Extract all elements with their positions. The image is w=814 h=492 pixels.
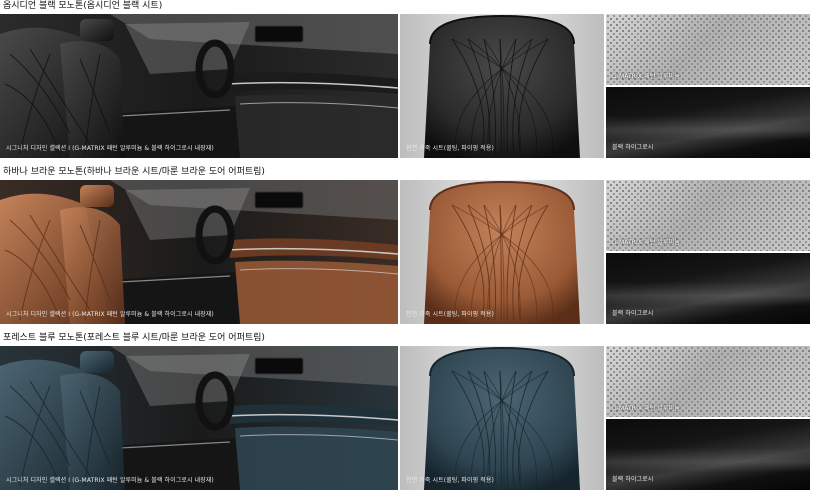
interior-caption: 시그니처 디자인 셀렉션 I (G-MATRIX 패턴 알루미늄 & 블랙 하이… [6, 311, 214, 318]
swatch-caption: G-MATRIX 패턴 알루미늄 [612, 405, 680, 412]
seat-caption: 천연 가죽 시트(퀼팅, 파이핑 적용) [406, 145, 494, 152]
seat-caption: 천연 가죽 시트(퀼팅, 파이핑 적용) [406, 311, 494, 318]
image-row: 시그니처 디자인 셀렉션 I (G-MATRIX 패턴 알루미늄 & 블랙 하이… [0, 180, 814, 324]
seat-illustration [400, 180, 604, 324]
trim-section-havana-brown: 하바나 브라운 모노톤(하바나 브라운 시트/마룬 브라운 도어 어퍼트림) 시 [0, 166, 814, 326]
swatch-caption: G-MATRIX 패턴 알루미늄 [612, 73, 680, 80]
swatch-caption: 블랙 하이그로시 [612, 144, 654, 151]
seat-caption: 천연 가죽 시트(퀼팅, 파이핑 적용) [406, 477, 494, 484]
interior-caption: 시그니처 디자인 셀렉션 I (G-MATRIX 패턴 알루미늄 & 블랙 하이… [6, 145, 214, 152]
seat-image[interactable]: 천연 가죽 시트(퀼팅, 파이핑 적용) [400, 14, 604, 158]
trim-section-obsidian-black: 옵시디언 블랙 모노톤(옵시디언 블랙 시트) 시그니처 디자인 셀렉션 I ( [0, 0, 814, 160]
section-title: 하바나 브라운 모노톤(하바나 브라운 시트/마룬 브라운 도어 어퍼트림) [3, 167, 265, 177]
black-gloss-swatch[interactable]: 블랙 하이그로시 [606, 419, 810, 490]
interior-illustration [0, 346, 398, 490]
aluminum-swatch[interactable]: G-MATRIX 패턴 알루미늄 [606, 180, 810, 251]
section-title: 옵시디언 블랙 모노톤(옵시디언 블랙 시트) [3, 1, 163, 11]
interior-caption: 시그니처 디자인 셀렉션 I (G-MATRIX 패턴 알루미늄 & 블랙 하이… [6, 477, 214, 484]
aluminum-swatch[interactable]: G-MATRIX 패턴 알루미늄 [606, 346, 810, 417]
aluminum-swatch[interactable]: G-MATRIX 패턴 알루미늄 [606, 14, 810, 85]
section-title: 포레스트 블루 모노톤(포레스트 블루 시트/마룬 브라운 도어 어퍼트림) [3, 333, 265, 343]
seat-image[interactable]: 천연 가죽 시트(퀼팅, 파이핑 적용) [400, 346, 604, 490]
swatch-caption: 블랙 하이그로시 [612, 310, 654, 317]
seat-image[interactable]: 천연 가죽 시트(퀼팅, 파이핑 적용) [400, 180, 604, 324]
swatch-caption: G-MATRIX 패턴 알루미늄 [612, 239, 680, 246]
interior-illustration [0, 14, 398, 158]
seat-illustration [400, 14, 604, 158]
interior-illustration [0, 180, 398, 324]
interior-image[interactable]: 시그니처 디자인 셀렉션 I (G-MATRIX 패턴 알루미늄 & 블랙 하이… [0, 14, 398, 158]
trim-section-forest-blue: 포레스트 블루 모노톤(포레스트 블루 시트/마룬 브라운 도어 어퍼트림) 시 [0, 332, 814, 492]
image-row: 시그니처 디자인 셀렉션 I (G-MATRIX 패턴 알루미늄 & 블랙 하이… [0, 14, 814, 158]
black-gloss-swatch[interactable]: 블랙 하이그로시 [606, 87, 810, 158]
interior-image[interactable]: 시그니처 디자인 셀렉션 I (G-MATRIX 패턴 알루미늄 & 블랙 하이… [0, 346, 398, 490]
swatch-caption: 블랙 하이그로시 [612, 476, 654, 483]
seat-illustration [400, 346, 604, 490]
interior-image[interactable]: 시그니처 디자인 셀렉션 I (G-MATRIX 패턴 알루미늄 & 블랙 하이… [0, 180, 398, 324]
black-gloss-swatch[interactable]: 블랙 하이그로시 [606, 253, 810, 324]
image-row: 시그니처 디자인 셀렉션 I (G-MATRIX 패턴 알루미늄 & 블랙 하이… [0, 346, 814, 490]
